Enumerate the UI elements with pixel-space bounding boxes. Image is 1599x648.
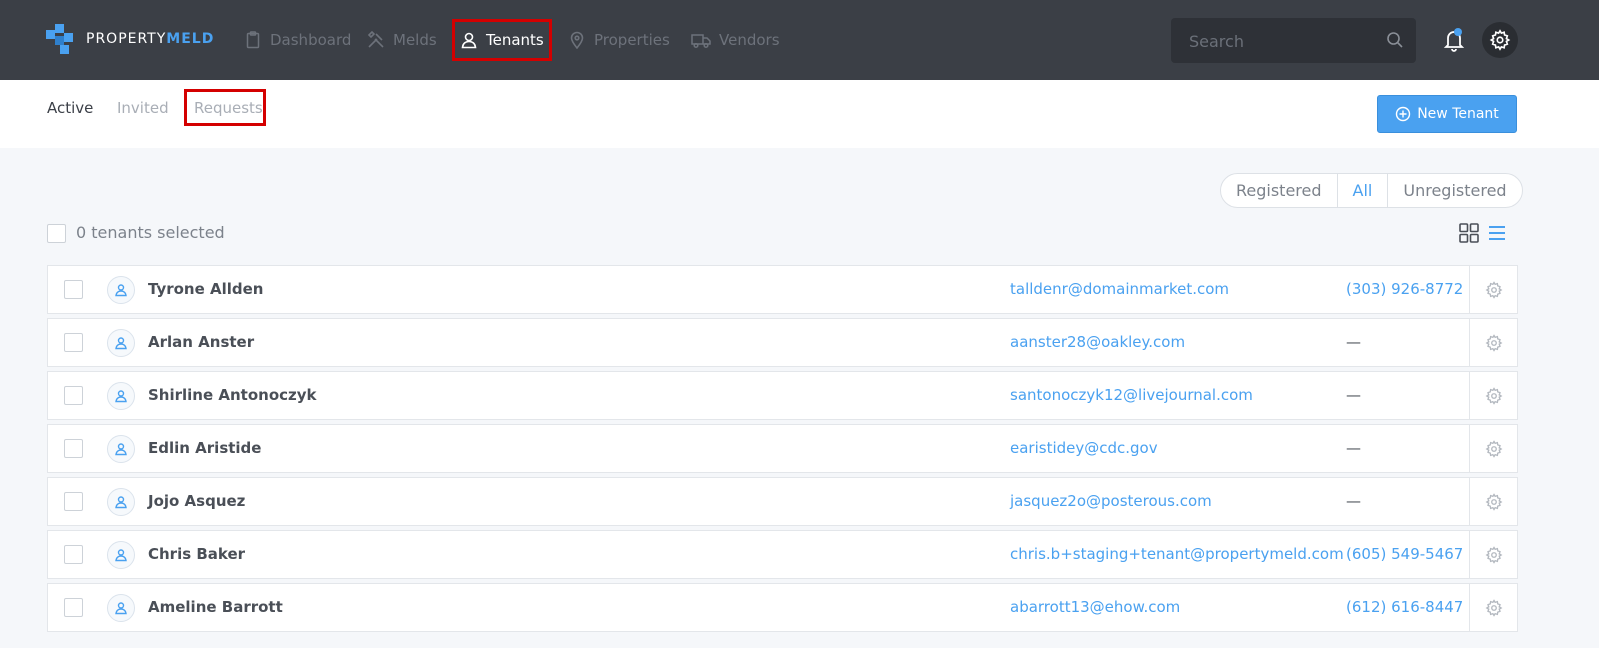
row-settings-button[interactable] bbox=[1469, 372, 1518, 419]
row-checkbox[interactable] bbox=[64, 439, 83, 458]
row-checkbox[interactable] bbox=[64, 386, 83, 405]
tenant-avatar bbox=[107, 329, 135, 357]
tenant-name[interactable]: Edlin Aristide bbox=[148, 439, 261, 457]
tenant-avatar bbox=[107, 435, 135, 463]
grid-view-icon[interactable] bbox=[1459, 223, 1479, 243]
tab-active[interactable]: Active bbox=[47, 99, 93, 117]
tenant-avatar bbox=[107, 594, 135, 622]
filter-all[interactable]: All bbox=[1338, 174, 1389, 207]
gear-icon bbox=[1489, 29, 1511, 51]
row-settings-button[interactable] bbox=[1469, 425, 1518, 472]
tenant-email[interactable]: aanster28@oakley.com bbox=[1010, 333, 1185, 351]
person-icon bbox=[115, 390, 127, 403]
gear-icon bbox=[1485, 333, 1503, 352]
row-settings-button[interactable] bbox=[1469, 531, 1518, 578]
person-icon bbox=[115, 602, 127, 615]
tenant-name[interactable]: Shirline Antonoczyk bbox=[148, 386, 317, 404]
tenant-name[interactable]: Jojo Asquez bbox=[148, 492, 245, 510]
tenant-phone: — bbox=[1346, 492, 1361, 510]
tenant-phone: — bbox=[1346, 439, 1361, 457]
tenant-row[interactable]: Chris Baker chris.b+staging+tenant@proper… bbox=[47, 530, 1518, 579]
registration-filter: Registered All Unregistered bbox=[1220, 173, 1523, 208]
tenant-avatar bbox=[107, 541, 135, 569]
row-settings-button[interactable] bbox=[1469, 478, 1518, 525]
tenant-email[interactable]: talldenr@domainmarket.com bbox=[1010, 280, 1229, 298]
row-checkbox[interactable] bbox=[64, 280, 83, 299]
new-tenant-button[interactable]: New Tenant bbox=[1377, 95, 1517, 133]
tenant-email[interactable]: jasquez2o@posterous.com bbox=[1010, 492, 1212, 510]
row-checkbox[interactable] bbox=[64, 333, 83, 352]
tenant-phone: — bbox=[1346, 386, 1361, 404]
gear-icon bbox=[1485, 598, 1503, 617]
person-icon bbox=[115, 443, 127, 456]
tenant-email[interactable]: abarrott13@ehow.com bbox=[1010, 598, 1180, 616]
tenant-phone[interactable]: (612) 616-8447 bbox=[1346, 598, 1463, 616]
tenant-name[interactable]: Arlan Anster bbox=[148, 333, 254, 351]
tenant-avatar bbox=[107, 382, 135, 410]
plus-circle-icon bbox=[1396, 106, 1411, 122]
row-settings-button[interactable] bbox=[1469, 266, 1518, 313]
person-icon bbox=[115, 337, 127, 350]
notification-badge bbox=[1454, 28, 1462, 36]
truck-icon bbox=[691, 34, 711, 49]
tenant-row[interactable]: Ameline Barrott abarrott13@ehow.com (612) … bbox=[47, 583, 1518, 632]
person-icon bbox=[115, 284, 127, 297]
person-icon bbox=[115, 549, 127, 562]
tenant-name[interactable]: Chris Baker bbox=[148, 545, 245, 563]
list-view-icon[interactable] bbox=[1487, 223, 1507, 243]
gear-icon bbox=[1485, 386, 1503, 405]
filter-registered[interactable]: Registered bbox=[1221, 174, 1338, 207]
row-settings-button[interactable] bbox=[1469, 584, 1518, 631]
tenant-avatar bbox=[107, 488, 135, 516]
tenant-phone: — bbox=[1346, 333, 1361, 351]
search-box bbox=[1171, 18, 1416, 63]
filter-unregistered[interactable]: Unregistered bbox=[1388, 174, 1521, 207]
nav-vendors[interactable]: Vendors bbox=[691, 28, 780, 52]
row-checkbox[interactable] bbox=[64, 492, 83, 511]
nav-melds[interactable]: Melds bbox=[367, 28, 437, 52]
requests-highlight-box bbox=[184, 89, 266, 126]
tenant-email[interactable]: earistidey@cdc.gov bbox=[1010, 439, 1158, 457]
tools-icon bbox=[367, 31, 384, 48]
tenant-phone[interactable]: (303) 926-8772 bbox=[1346, 280, 1463, 298]
row-checkbox[interactable] bbox=[64, 545, 83, 564]
tenant-email[interactable]: santonoczyk12@livejournal.com bbox=[1010, 386, 1253, 404]
logo-icon bbox=[46, 24, 73, 54]
nav-dashboard[interactable]: Dashboard bbox=[244, 28, 351, 52]
tab-invited[interactable]: Invited bbox=[117, 99, 169, 117]
map-pin-icon bbox=[570, 31, 584, 49]
gear-icon bbox=[1485, 280, 1503, 299]
nav-properties[interactable]: Properties bbox=[568, 28, 670, 52]
gear-icon bbox=[1485, 545, 1503, 564]
selection-count: 0 tenants selected bbox=[76, 223, 225, 242]
gear-icon bbox=[1485, 439, 1503, 458]
tenant-phone[interactable]: (605) 549-5467 bbox=[1346, 545, 1463, 563]
brand-name: PROPERTYMELD bbox=[86, 31, 215, 47]
row-checkbox[interactable] bbox=[64, 598, 83, 617]
tenants-highlight-box bbox=[452, 19, 552, 61]
tenant-row[interactable]: Arlan Anster aanster28@oakley.com — bbox=[47, 318, 1518, 367]
tenant-row[interactable]: Shirline Antonoczyk santonoczyk12@livejou… bbox=[47, 371, 1518, 420]
tenant-email[interactable]: chris.b+staging+tenant@propertymeld.com bbox=[1010, 545, 1344, 563]
tenant-avatar bbox=[107, 276, 135, 304]
tenant-row[interactable]: Tyrone Allden talldenr@domainmarket.com (3… bbox=[47, 265, 1518, 314]
top-nav-bar: PROPERTYMELD Dashboard Melds Tenants Pro… bbox=[0, 0, 1599, 80]
tenant-row[interactable]: Edlin Aristide earistidey@cdc.gov — bbox=[47, 424, 1518, 473]
tenant-name[interactable]: Ameline Barrott bbox=[148, 598, 283, 616]
tenant-row[interactable]: Jojo Asquez jasquez2o@posterous.com — bbox=[47, 477, 1518, 526]
tenant-name[interactable]: Tyrone Allden bbox=[148, 280, 264, 298]
clipboard-icon bbox=[246, 31, 260, 49]
gear-icon bbox=[1485, 492, 1503, 511]
row-settings-button[interactable] bbox=[1469, 319, 1518, 366]
settings-button[interactable] bbox=[1482, 22, 1518, 58]
select-all-checkbox[interactable] bbox=[47, 224, 66, 243]
search-input[interactable] bbox=[1189, 30, 1379, 52]
brand-logo[interactable]: PROPERTYMELD bbox=[46, 24, 214, 54]
person-icon bbox=[115, 496, 127, 509]
search-icon[interactable] bbox=[1386, 31, 1404, 49]
